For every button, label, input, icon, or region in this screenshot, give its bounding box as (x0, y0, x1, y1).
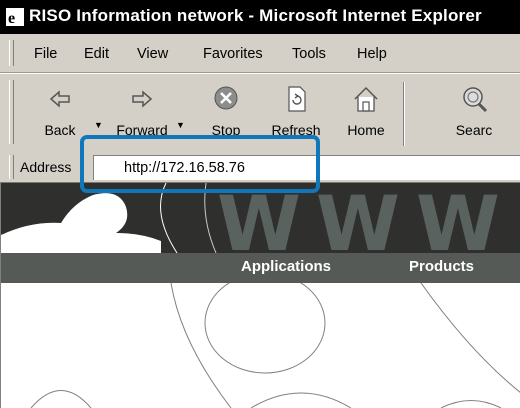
refresh-icon (288, 86, 306, 112)
back-arrow-icon (49, 90, 70, 108)
internet-explorer-icon: e (6, 8, 24, 26)
menu-view[interactable]: View (137, 46, 168, 62)
menu-favorites[interactable]: Favorites (203, 46, 263, 62)
stop-icon (214, 86, 238, 110)
menu-edit[interactable]: Edit (84, 46, 109, 62)
forward-dropdown-icon[interactable]: ▼ (176, 120, 185, 130)
menu-help[interactable]: Help (357, 46, 387, 62)
menu-grip[interactable] (9, 40, 14, 66)
site-nav: Applications Products (1, 253, 520, 283)
home-button[interactable]: Home (336, 82, 396, 148)
page-content: W W W Applications Products (0, 183, 520, 408)
browser-window: e RISO Information network - Microsoft I… (0, 0, 520, 408)
nav-products-link[interactable]: Products (409, 258, 474, 275)
menu-file[interactable]: File (34, 46, 57, 62)
address-grip[interactable] (9, 155, 14, 179)
toolbar-separator (403, 82, 405, 146)
nav-applications-link[interactable]: Applications (241, 258, 331, 275)
home-icon (354, 86, 378, 112)
back-dropdown-icon[interactable]: ▼ (94, 120, 103, 130)
address-highlight-callout (80, 135, 320, 193)
svg-text:e: e (8, 10, 15, 26)
menu-bar: File Edit View Favorites Tools Help (0, 34, 520, 73)
menu-tools[interactable]: Tools (292, 46, 326, 62)
window-title: RISO Information network - Microsoft Int… (29, 6, 482, 25)
back-label: Back (44, 122, 76, 138)
toolbar-grip[interactable] (9, 80, 14, 144)
search-label: Searc (455, 122, 493, 138)
decorative-line-art (30, 283, 520, 408)
title-bar: e RISO Information network - Microsoft I… (0, 0, 520, 34)
search-icon (463, 87, 488, 113)
search-button[interactable]: Searc (444, 82, 504, 148)
address-label: Address (20, 159, 72, 175)
site-banner: W W W (1, 183, 520, 268)
home-label: Home (347, 122, 385, 138)
forward-arrow-icon (132, 90, 153, 108)
